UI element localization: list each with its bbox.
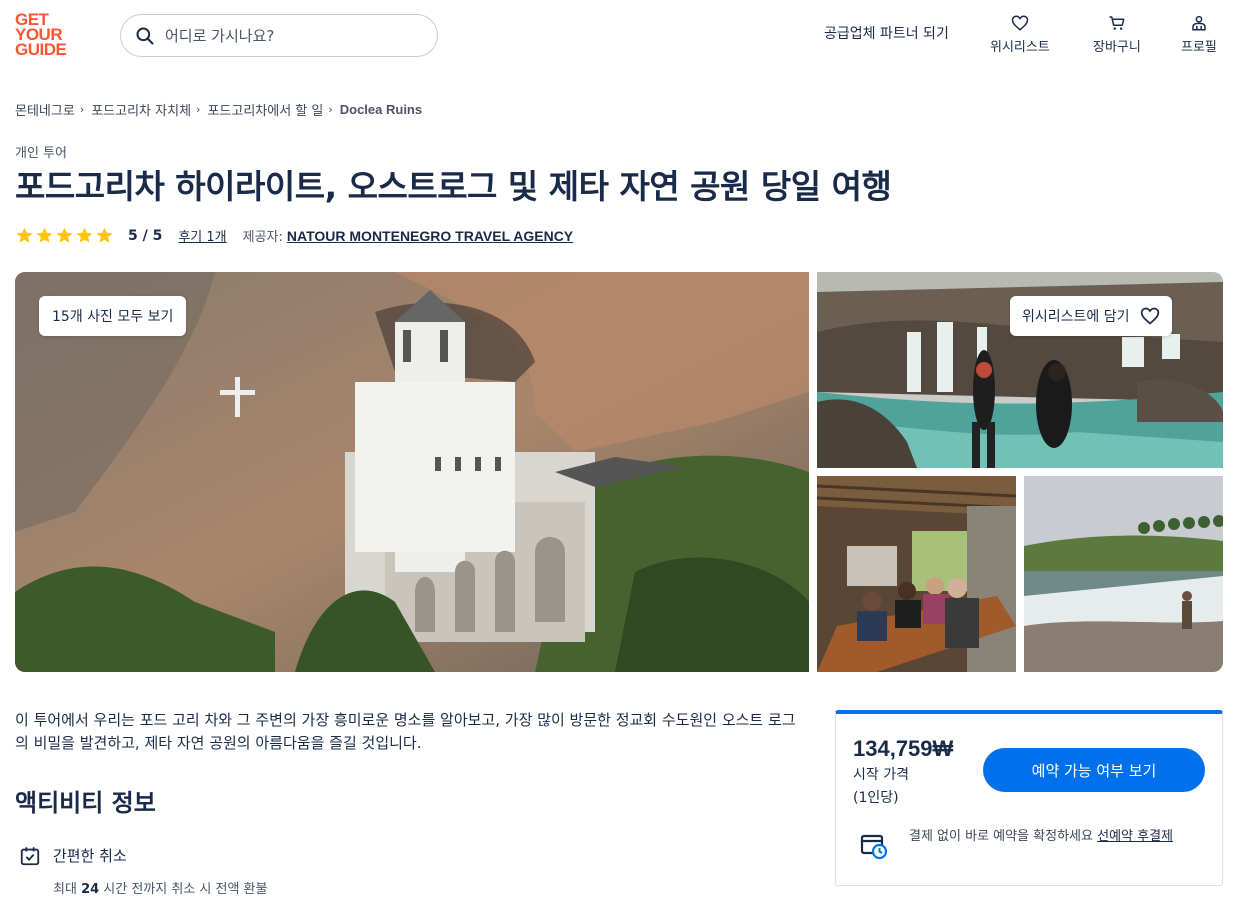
calendar-clock-icon xyxy=(860,834,888,860)
star-icon xyxy=(96,227,113,243)
river-image xyxy=(1024,476,1223,672)
price-per-person: (1인당) xyxy=(853,790,899,806)
star-rating xyxy=(15,226,114,245)
profile-icon xyxy=(1192,15,1206,31)
breadcrumb-item[interactable]: 포드고리차 자치체 xyxy=(91,100,191,119)
search-input[interactable] xyxy=(165,26,415,45)
nav-profile-label: 프로필 xyxy=(1181,40,1217,55)
breadcrumb-current: Doclea Ruins xyxy=(339,102,423,117)
nav-wishlist-label: 위시리스트 xyxy=(990,40,1050,55)
star-icon xyxy=(76,227,93,243)
price: 134,759₩ xyxy=(853,736,954,761)
cancel-sub-prefix: 최대 xyxy=(53,882,77,897)
heart-icon xyxy=(1011,15,1029,31)
free-cancellation-detail: 최대 24 시간 전까지 취소 시 전액 환불 xyxy=(53,878,267,897)
calendar-check-icon xyxy=(20,847,40,866)
breadcrumb-item[interactable]: 몬테네그로 xyxy=(15,100,75,119)
check-availability-button[interactable]: 예약 가능 여부 보기 xyxy=(983,748,1205,792)
nav-profile[interactable]: 프로필 xyxy=(1181,14,1217,55)
breadcrumb: 몬테네그로 › 포드고리차 자치체 › 포드고리차에서 할 일 › Doclea Ru… xyxy=(15,100,422,119)
search-icon xyxy=(136,27,154,44)
add-to-wishlist-button[interactable]: 위시리스트에 담기 xyxy=(1010,296,1172,336)
search-bar[interactable] xyxy=(120,14,438,57)
pay-later-text: 결제 없이 바로 예약을 확정하세요 xyxy=(909,829,1093,844)
nav-cart-label: 장바구니 xyxy=(1093,40,1141,55)
page-title: 포드고리차 하이라이트, 오스트로그 및 제타 자연 공원 당일 여행 xyxy=(15,167,892,206)
tour-category: 개인 투어 xyxy=(15,146,67,161)
become-partner-link[interactable]: 공급업체 파트너 되기 xyxy=(824,23,949,43)
star-icon xyxy=(16,227,33,243)
chevron-right-icon: › xyxy=(196,103,201,116)
nav-wishlist[interactable]: 위시리스트 xyxy=(990,14,1050,55)
free-cancellation-title: 간편한 취소 xyxy=(53,847,127,865)
price-from-label: 시작 가격 xyxy=(853,767,909,783)
view-all-photos-button[interactable]: 15개 사진 모두 보기 xyxy=(39,296,187,336)
tour-description: 이 투어에서 우리는 포드 고리 차와 그 주변의 가장 흥미로운 명소를 알아… xyxy=(15,711,796,752)
add-to-wishlist-label: 위시리스트에 담기 xyxy=(1022,309,1130,325)
cancel-sub-suffix: 시간 전까지 취소 시 전액 환불 xyxy=(103,882,268,897)
logo-line-3: GUIDE xyxy=(15,40,67,59)
cart-icon xyxy=(1109,16,1125,30)
photo-river-waterfall[interactable] xyxy=(1024,476,1223,672)
logo[interactable]: GET YOUR GUIDE xyxy=(15,11,75,59)
activity-info-heading: 액티비티 정보 xyxy=(15,789,156,817)
rating-row: 5 / 5 후기 1개 제공자: NATOUR MONTENEGRO TRAVE… xyxy=(15,226,573,245)
reviews-link[interactable]: 후기 1개 xyxy=(178,226,226,245)
nav-cart[interactable]: 장바구니 xyxy=(1093,14,1141,55)
cancel-sub-hours: 24 xyxy=(81,882,100,897)
provider-link[interactable]: NATOUR MONTENEGRO TRAVEL AGENCY xyxy=(287,228,573,244)
reserve-now-pay-later: 결제 없이 바로 예약을 확정하세요 선예약 후결제 xyxy=(909,826,1209,847)
rating-score: 5 / 5 xyxy=(128,227,163,244)
chevron-right-icon: › xyxy=(328,103,333,116)
star-icon xyxy=(56,227,73,243)
restaurant-image xyxy=(817,476,1016,672)
breadcrumb-item[interactable]: 포드고리차에서 할 일 xyxy=(207,100,323,119)
booking-card: 134,759₩ 시작 가격 (1인당) 예약 가능 여부 보기 결제 없이 바… xyxy=(835,710,1223,886)
star-icon xyxy=(36,227,53,243)
chevron-right-icon: › xyxy=(79,103,85,116)
pay-later-link[interactable]: 선예약 후결제 xyxy=(1097,829,1173,844)
provider-label: 제공자: xyxy=(242,230,283,245)
photo-restaurant-group[interactable] xyxy=(817,476,1016,672)
heart-icon xyxy=(1140,307,1159,325)
